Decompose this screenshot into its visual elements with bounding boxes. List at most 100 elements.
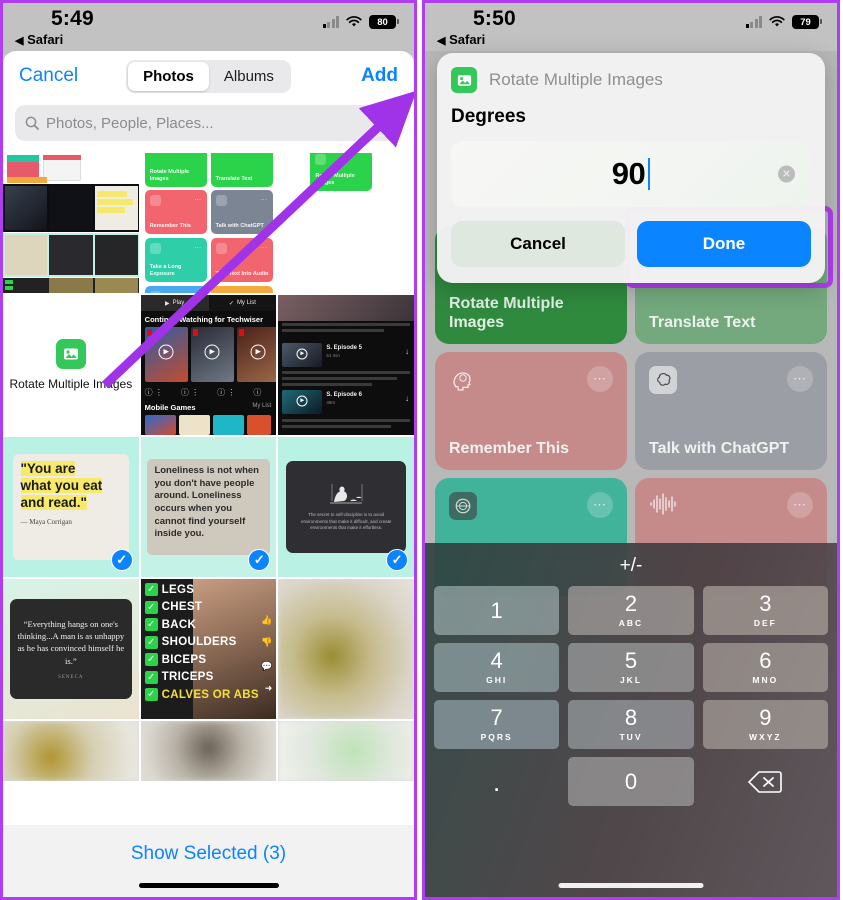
shortcuts-grid-photo: Rotate Multiple Images Translate Text ⋯ … xyxy=(140,153,277,293)
key-5[interactable]: 5 JKL xyxy=(568,643,694,692)
quote-author: — Maya Corrigan xyxy=(20,518,72,527)
shortcut-more-button[interactable]: ⋯ xyxy=(787,492,813,518)
key-letters: ABC xyxy=(618,617,644,628)
photo-thumbnail[interactable] xyxy=(278,579,414,719)
status-indicators: 80 xyxy=(322,15,399,29)
shortcut-parameter-dialog: Rotate Multiple Images Degrees 90 ✕ Canc… xyxy=(437,53,825,283)
back-to-safari-button[interactable]: ◀ Safari xyxy=(437,32,485,47)
key-2[interactable]: 2 ABC xyxy=(568,586,694,635)
key-0[interactable]: 0 xyxy=(568,757,694,806)
back-app-label: Safari xyxy=(27,32,64,47)
key-number: 2 xyxy=(624,591,638,617)
cancel-button[interactable]: Cancel xyxy=(19,65,78,87)
key-1[interactable]: 1 xyxy=(434,586,560,635)
cellular-signal-icon xyxy=(745,16,762,28)
key-6[interactable]: 6 MNO xyxy=(702,643,828,692)
battery-level: 80 xyxy=(377,16,388,28)
photo-thumbnail[interactable] xyxy=(278,721,414,781)
back-to-safari-button[interactable]: ◀ Safari xyxy=(15,32,63,47)
dialog-cancel-button[interactable]: Cancel xyxy=(451,221,625,267)
photo-thumbnail[interactable] xyxy=(140,721,277,781)
clear-icon[interactable]: ✕ xyxy=(778,165,795,183)
key-letters: PQRS xyxy=(480,731,513,742)
key-number: 9 xyxy=(759,705,772,731)
backspace-icon[interactable] xyxy=(703,757,828,806)
back-app-label: Safari xyxy=(449,32,486,47)
dialog-actions: Cancel Done xyxy=(451,221,811,267)
photo-thumbnail[interactable] xyxy=(3,721,139,781)
photo-thumbnail[interactable]: "You are what you eat and read." — Maya … xyxy=(3,437,139,577)
key-number: 0 xyxy=(624,768,638,794)
tab-albums[interactable]: Albums xyxy=(209,62,289,91)
mini-shortcut-label: Rotate Multiple Images xyxy=(149,169,190,183)
dialog-done-button[interactable]: Done xyxy=(637,221,811,267)
show-selected-button[interactable]: Show Selected (3) xyxy=(131,843,286,865)
numeric-keyboard[interactable]: +/- 1 2 ABC 3 DEF 4 GHI 5 JKL 6 MNO 7 PQ… xyxy=(425,543,837,897)
plus-minus-button[interactable]: +/- xyxy=(620,555,643,577)
key-number: 5 xyxy=(624,648,638,674)
shortcut-card-talk-with-chatgpt[interactable]: ⋯ Talk with ChatGPT xyxy=(635,352,827,470)
key-4[interactable]: 4 GHI xyxy=(434,643,560,692)
keyboard-rows: 1 2 ABC 3 DEF 4 GHI 5 JKL 6 MNO 7 PQRS 8… xyxy=(429,583,833,806)
audio-waveform-icon xyxy=(649,492,677,520)
check-icon: ✓ xyxy=(144,600,158,614)
photo-thumbnail[interactable]: Rotate Multiple Images Translate Text ⋯ … xyxy=(140,153,277,293)
quote-text: “Everything hangs on one's thinking...A … xyxy=(17,619,125,666)
gym-checklist: ✓ LEGS ✓ CHEST ✓ BACK ✓ SHOULDERS ✓ BICEPS ✓ T… xyxy=(144,583,259,701)
photo-thumbnail[interactable]: “Everything hangs on one's thinking...A … xyxy=(3,579,139,719)
photos-albums-segmented-control[interactable]: Photos Albums xyxy=(126,59,291,93)
dialog-header: Rotate Multiple Images xyxy=(451,67,811,93)
mini-shortcut-label: Talk with ChatGPT xyxy=(215,223,264,230)
key-number: 1 xyxy=(490,597,503,623)
photos-icon xyxy=(55,339,86,369)
long-exposure-icon xyxy=(449,492,477,520)
photo-grid[interactable]: Rotate Multiple Images Translate Text ⋯ … xyxy=(3,153,414,825)
key-9[interactable]: 9 WXYZ xyxy=(702,700,828,749)
search-bar[interactable]: Photos, People, Places... xyxy=(15,105,402,141)
netflix-episode-title: S. Episode 5 xyxy=(326,345,363,351)
key-8[interactable]: 8 TUV xyxy=(568,700,694,749)
photo-thumbnail[interactable]: Loneliness is not when you don't have pe… xyxy=(140,437,277,577)
photo-thumbnail[interactable] xyxy=(3,153,139,293)
shortcut-more-button[interactable]: ⋯ xyxy=(587,492,613,518)
photo-thumbnail[interactable]: The secret to self-discipline is to avoi… xyxy=(278,437,414,577)
microphone-icon[interactable] xyxy=(378,114,392,132)
search-input[interactable]: Photos, People, Places... xyxy=(46,115,371,132)
shortcut-label: Translate Text xyxy=(649,314,756,332)
photo-grid-row: "You are what you eat and read." — Maya … xyxy=(3,437,414,577)
photo-selected-checkmark[interactable]: ✓ xyxy=(110,549,133,571)
key-3[interactable]: 3 DEF xyxy=(702,586,828,635)
photo-grid-row: “Everything hangs on one's thinking...A … xyxy=(3,579,414,719)
quote-author: SENECA xyxy=(58,674,84,680)
photo-thumbnail[interactable]: ✓ LEGS ✓ CHEST ✓ BACK ✓ SHOULDERS ✓ BICEPS ✓ T… xyxy=(140,579,277,719)
back-chevron-icon: ◀ xyxy=(15,35,24,47)
photo-thumbnail[interactable]: ▶ Play ✓ My List Continue Watching for T… xyxy=(140,295,277,435)
keyboard-row: 1 2 ABC 3 DEF xyxy=(434,586,828,635)
check-icon: ✓ xyxy=(144,653,158,666)
add-button[interactable]: Add xyxy=(361,65,398,87)
key-number: 7 xyxy=(490,705,503,731)
blurred-photo xyxy=(3,721,139,781)
check-icon: ✓ xyxy=(144,688,158,701)
quote-seneca-photo: “Everything hangs on one's thinking...A … xyxy=(3,579,139,719)
shortcut-more-button[interactable]: ⋯ xyxy=(787,366,813,392)
photo-caption: Rotate Multiple Images xyxy=(9,377,133,391)
shortcut-more-button[interactable]: ⋯ xyxy=(587,366,613,392)
key-decimal-point[interactable]: . xyxy=(434,757,559,806)
photo-thumbnail[interactable]: Rotate Multiple Images xyxy=(278,153,414,293)
tab-photos[interactable]: Photos xyxy=(128,61,209,91)
degrees-input-field[interactable]: 90 ✕ xyxy=(451,141,811,207)
shortcut-card-remember-this[interactable]: ⋯ Remember This xyxy=(435,352,627,470)
mini-shortcut-label: Rotate Multiple Images xyxy=(315,173,355,187)
keyboard-row: . 0 xyxy=(434,757,828,806)
degrees-value: 90 xyxy=(611,156,646,191)
photo-thumbnail[interactable]: ▶ S. Episode 5 51 min ↓ ▶ S. Episode 6 4… xyxy=(278,295,414,435)
mini-shortcut-label: Remember This xyxy=(149,223,191,230)
photo-thumbnail[interactable]: Rotate Multiple Images xyxy=(3,295,139,435)
key-7[interactable]: 7 PQRS xyxy=(434,700,560,749)
key-letters: JKL xyxy=(619,674,643,685)
netflix-home-photo: ▶ Play ✓ My List Continue Watching for T… xyxy=(140,295,277,435)
shortcut-label: Talk with ChatGPT xyxy=(649,440,790,458)
quote-text: The secret to self-discipline is to avoi… xyxy=(300,511,392,531)
photo-selected-checkmark[interactable]: ✓ xyxy=(386,549,409,571)
